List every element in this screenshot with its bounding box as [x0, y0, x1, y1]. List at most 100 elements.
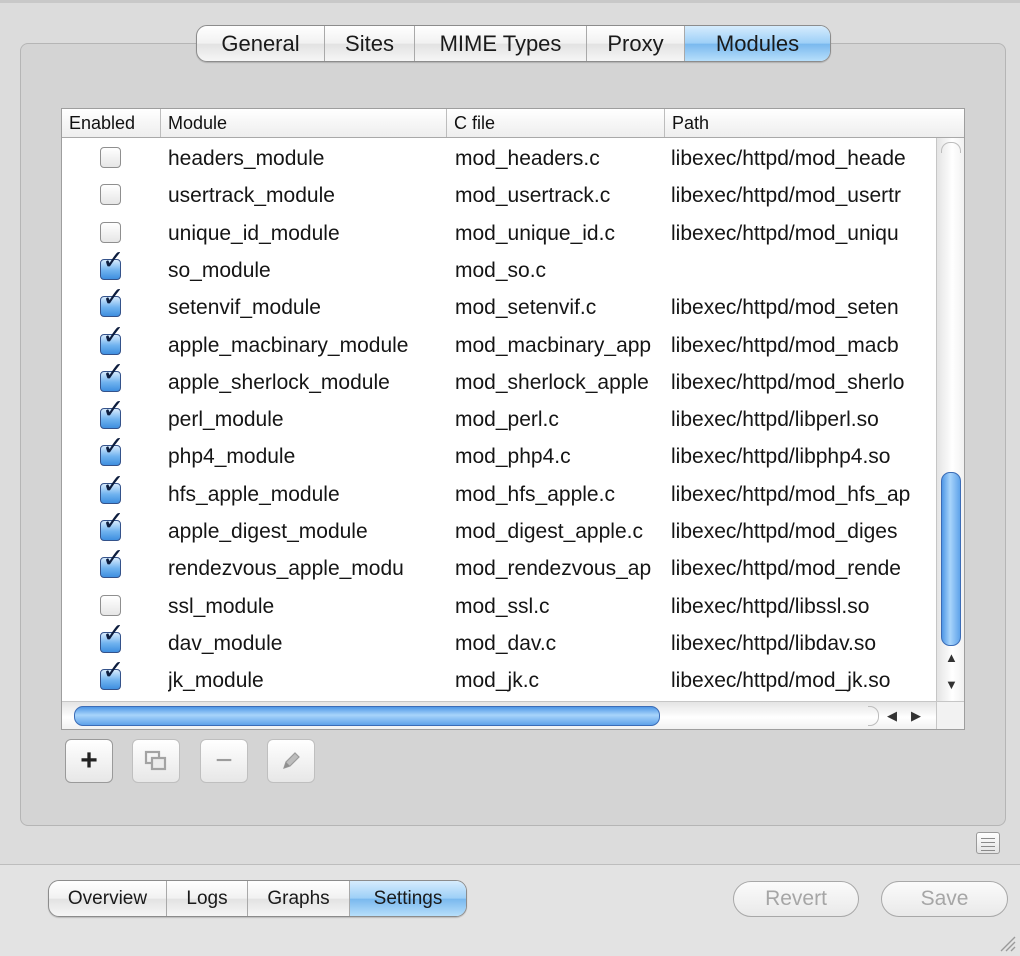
checkmark-icon: ✓: [102, 320, 125, 350]
modules-table: Enabled Module C file Path headers_modul…: [61, 108, 965, 730]
scroll-right-arrow-icon[interactable]: ▶: [911, 709, 921, 723]
table-row[interactable]: ✓ rendezvous_apple_modu mod_rendezvous_ap l…: [62, 545, 936, 587]
path-cell: [671, 252, 935, 289]
enabled-checkbox[interactable]: [100, 222, 121, 243]
cfile-cell: mod_setenvif.c: [455, 296, 597, 319]
cfile-cell: mod_perl.c: [455, 408, 559, 431]
path-cell: libexec/httpd/libphp4.so: [671, 445, 891, 468]
tab-modules[interactable]: Modules: [685, 26, 830, 61]
column-header-module[interactable]: Module: [161, 109, 447, 137]
enabled-checkbox[interactable]: [100, 595, 121, 616]
table-row[interactable]: ✓ setenvif_module mod_setenvif.c libexec/ht…: [62, 284, 936, 326]
scroll-track-top: [941, 142, 961, 153]
tab-proxy[interactable]: Proxy: [587, 26, 685, 61]
enabled-checkbox[interactable]: ✓: [100, 284, 125, 317]
enabled-checkbox[interactable]: ✓: [100, 620, 125, 653]
enabled-checkbox[interactable]: [100, 184, 121, 205]
table-row[interactable]: ssl_module mod_ssl.c libexec/httpd/libssl.…: [62, 588, 936, 625]
table-body: headers_module mod_headers.c libexec/httpd…: [62, 138, 936, 701]
toolbar-edge: [0, 0, 1020, 3]
tab-graphs[interactable]: Graphs: [248, 881, 350, 916]
scroll-up-arrow-icon[interactable]: ▲: [945, 651, 958, 665]
column-header-enabled[interactable]: Enabled: [62, 109, 161, 137]
module-name-cell: headers_module: [168, 147, 325, 170]
table-row[interactable]: ✓ jk_module mod_jk.c libexec/httpd/mod_jk.s…: [62, 657, 936, 699]
checkmark-icon: ✓: [102, 506, 125, 536]
module-name-cell: apple_sherlock_module: [168, 371, 390, 394]
tab-overview[interactable]: Overview: [49, 881, 167, 916]
tab-sites[interactable]: Sites: [325, 26, 415, 61]
tab-settings[interactable]: Settings: [350, 881, 466, 916]
enabled-checkbox[interactable]: ✓: [100, 359, 125, 392]
table-row[interactable]: ✓ apple_sherlock_module mod_sherlock_apple…: [62, 359, 936, 401]
enabled-checkbox[interactable]: ✓: [100, 657, 125, 690]
module-name-cell: setenvif_module: [168, 296, 321, 319]
enabled-checkbox[interactable]: ✓: [100, 508, 125, 541]
table-row[interactable]: usertrack_module mod_usertrack.c libexec/h…: [62, 177, 936, 214]
table-row[interactable]: ✓ dav_module mod_dav.c libexec/httpd/libdav…: [62, 620, 936, 662]
enabled-checkbox[interactable]: ✓: [100, 433, 125, 466]
vertical-scrollbar[interactable]: ▲ ▼: [936, 138, 964, 701]
minus-icon: −: [215, 744, 233, 777]
cfile-cell: mod_headers.c: [455, 147, 600, 170]
cfile-cell: mod_dav.c: [455, 632, 557, 655]
path-cell: libexec/httpd/libperl.so: [671, 408, 879, 431]
path-cell: libexec/httpd/mod_hfs_ap: [671, 483, 911, 506]
tab-general[interactable]: General: [197, 26, 325, 61]
tab-mime-types[interactable]: MIME Types: [415, 26, 587, 61]
cfile-cell: mod_sherlock_apple: [455, 371, 649, 394]
cfile-cell: mod_so.c: [455, 259, 547, 282]
pencil-icon: [283, 752, 300, 769]
enabled-checkbox[interactable]: ✓: [100, 247, 125, 280]
scroll-down-arrow-icon[interactable]: ▼: [945, 678, 958, 692]
revert-button[interactable]: Revert: [733, 881, 859, 917]
window-resize-grip-icon[interactable]: [998, 934, 1016, 952]
path-cell: libexec/httpd/mod_macb: [671, 334, 899, 357]
table-row[interactable]: ✓ perl_module mod_perl.c libexec/httpd/libp…: [62, 396, 936, 438]
cfile-cell: mod_hfs_apple.c: [455, 483, 615, 506]
table-row[interactable]: headers_module mod_headers.c libexec/httpd…: [62, 140, 936, 177]
enabled-checkbox[interactable]: ✓: [100, 545, 125, 578]
vertical-scroll-thumb[interactable]: [941, 472, 961, 646]
cfile-cell: mod_unique_id.c: [455, 222, 615, 245]
path-cell: libexec/httpd/mod_usertr: [671, 184, 901, 207]
cfile-cell: mod_php4.c: [455, 445, 571, 468]
notes-icon[interactable]: [976, 832, 1000, 854]
column-header-cfile[interactable]: C file: [447, 109, 665, 137]
table-row[interactable]: ✓ php4_module mod_php4.c libexec/httpd/libp…: [62, 433, 936, 475]
cfile-cell: mod_usertrack.c: [455, 184, 611, 207]
view-tabs: Overview Logs Graphs Settings: [48, 880, 467, 917]
path-cell: libexec/httpd/mod_uniqu: [671, 222, 899, 245]
horizontal-scroll-thumb[interactable]: [74, 706, 660, 726]
table-row[interactable]: ✓ apple_macbinary_module mod_macbinary_app…: [62, 322, 936, 364]
enabled-checkbox[interactable]: ✓: [100, 322, 125, 355]
path-cell: libexec/httpd/mod_diges: [671, 520, 898, 543]
enabled-checkbox[interactable]: ✓: [100, 396, 125, 429]
enabled-checkbox[interactable]: ✓: [100, 471, 125, 504]
edit-module-button[interactable]: [267, 739, 315, 783]
path-cell: libexec/httpd/libssl.so: [671, 595, 870, 618]
path-cell: libexec/httpd/mod_jk.so: [671, 669, 891, 692]
table-row[interactable]: ✓ hfs_apple_module mod_hfs_apple.c libexec/…: [62, 471, 936, 513]
cfile-cell: mod_rendezvous_ap: [455, 557, 652, 580]
save-button[interactable]: Save: [881, 881, 1008, 917]
path-cell: libexec/httpd/mod_heade: [671, 147, 906, 170]
table-row[interactable]: ✓ so_module mod_so.c: [62, 247, 936, 289]
module-name-cell: ssl_module: [168, 595, 275, 618]
checkmark-icon: ✓: [102, 469, 125, 499]
table-row[interactable]: ✓ apple_digest_module mod_digest_apple.c li…: [62, 508, 936, 550]
checkmark-icon: ✓: [102, 394, 125, 424]
scroll-left-arrow-icon[interactable]: ◀: [887, 709, 897, 723]
tab-logs[interactable]: Logs: [167, 881, 248, 916]
table-row[interactable]: unique_id_module mod_unique_id.c libexec/h…: [62, 215, 936, 252]
checkmark-icon: ✓: [102, 618, 125, 648]
section-tabs: General Sites MIME Types Proxy Modules: [196, 25, 831, 62]
horizontal-scrollbar[interactable]: ◀ ▶: [62, 701, 936, 729]
module-name-cell: usertrack_module: [168, 184, 335, 207]
module-name-cell: jk_module: [168, 669, 264, 692]
column-header-path[interactable]: Path: [665, 109, 964, 137]
duplicate-module-button[interactable]: [132, 739, 180, 783]
add-module-button[interactable]: +: [65, 739, 113, 783]
enabled-checkbox[interactable]: [100, 147, 121, 168]
remove-module-button[interactable]: −: [200, 739, 248, 783]
